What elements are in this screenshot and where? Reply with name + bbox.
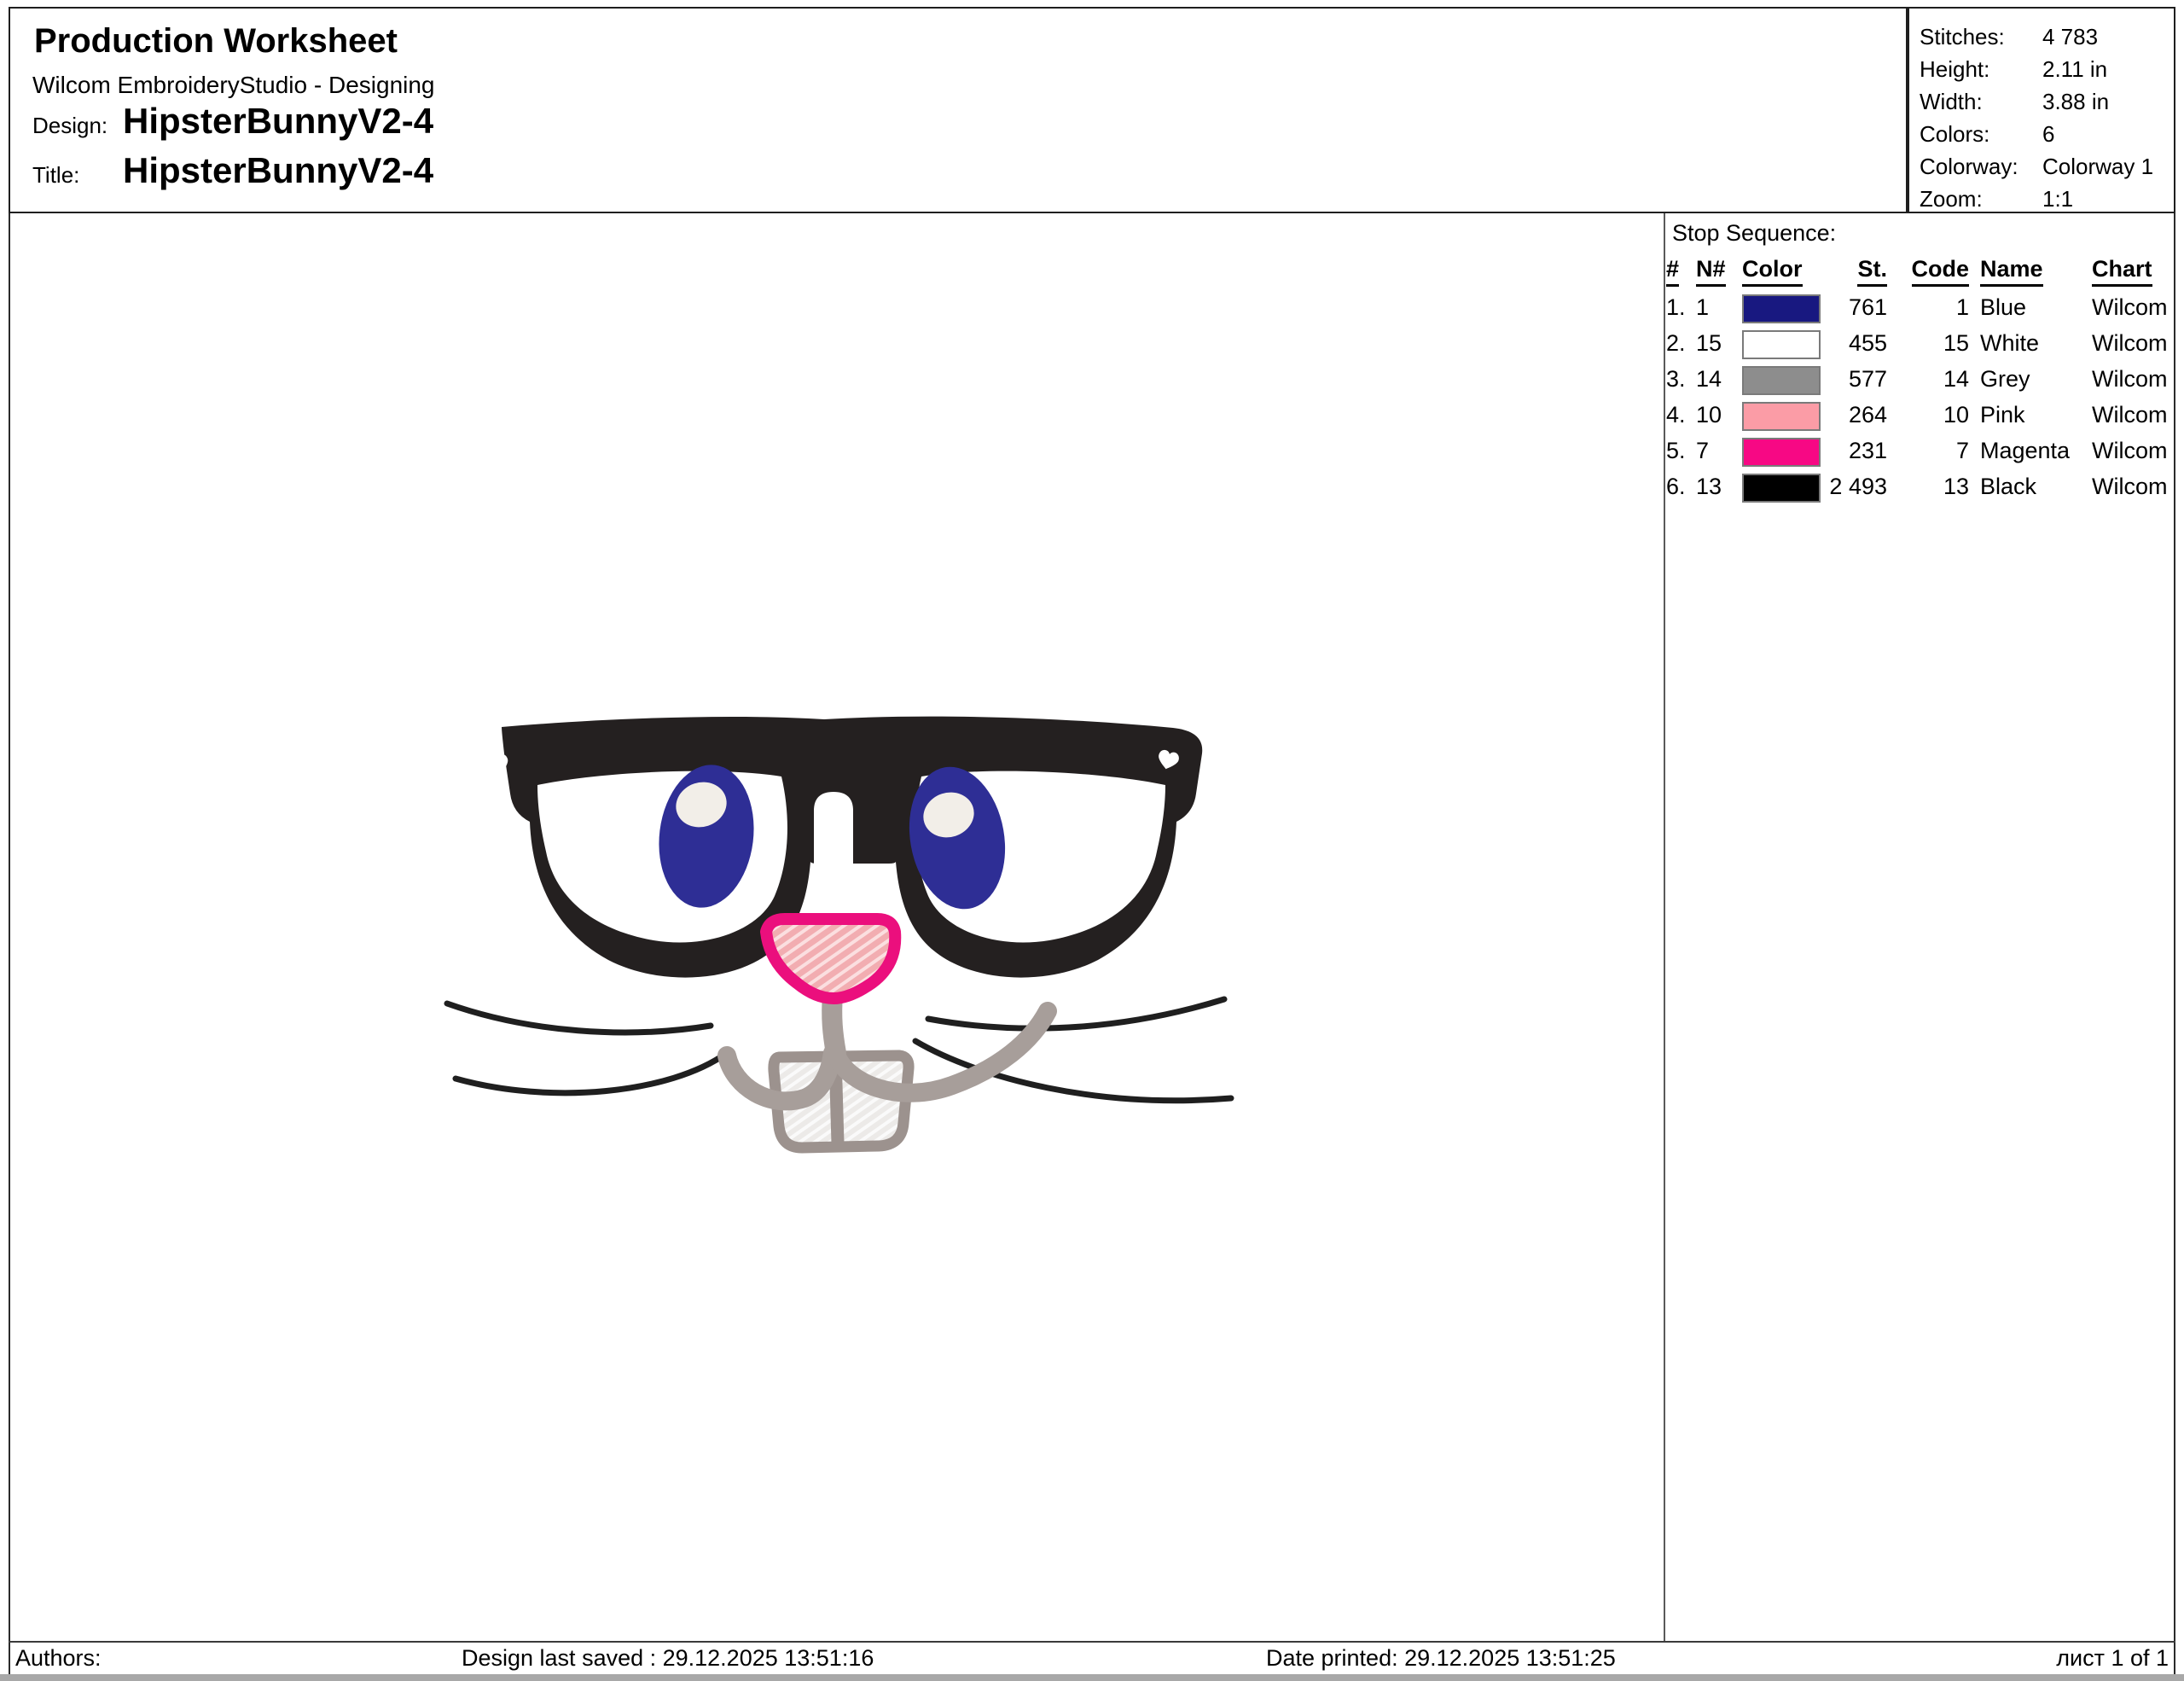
stat-height: Height:2.11 in bbox=[1920, 53, 2167, 85]
authors-label: Authors: bbox=[15, 1645, 102, 1671]
col-header-chart: Chart bbox=[2092, 256, 2174, 287]
col-header-num: # bbox=[1666, 256, 1695, 287]
stop-sequence-title: Stop Sequence: bbox=[1672, 220, 1836, 247]
col-header-n: N# bbox=[1696, 256, 1739, 287]
nose bbox=[766, 919, 895, 998]
title-value: HipsterBunnyV2-4 bbox=[123, 150, 433, 191]
col-header-st: St. bbox=[1802, 256, 1887, 287]
page-title: Production Worksheet bbox=[34, 22, 398, 61]
page-bottom-edge bbox=[0, 1674, 2184, 1681]
stat-colors: Colors:6 bbox=[1920, 118, 2167, 150]
stats-box: Stitches:4 783 Height:2.11 in Width:3.88… bbox=[1908, 7, 2175, 213]
panel-divider bbox=[1664, 213, 1665, 1641]
whisker-top-right bbox=[928, 999, 1224, 1028]
header-box: Production Worksheet Wilcom EmbroiderySt… bbox=[9, 7, 1908, 213]
production-worksheet-page: Production Worksheet Wilcom EmbroiderySt… bbox=[0, 0, 2184, 1681]
design-value: HipsterBunnyV2-4 bbox=[123, 101, 433, 142]
page-number: лист 1 of 1 bbox=[1988, 1645, 2169, 1671]
col-header-code: Code bbox=[1901, 256, 1969, 287]
app-name: Wilcom EmbroideryStudio - Designing bbox=[32, 72, 435, 99]
stat-stitches: Stitches:4 783 bbox=[1920, 20, 2167, 53]
bunny-face-design bbox=[444, 708, 1254, 1186]
whisker-bottom-right bbox=[915, 1041, 1231, 1101]
stat-colorway: Colorway:Colorway 1 bbox=[1920, 150, 2167, 183]
stat-zoom: Zoom:1:1 bbox=[1920, 183, 2167, 215]
design-last-saved: Design last saved : 29.12.2025 13:51:16 bbox=[462, 1645, 874, 1671]
date-printed: Date printed: 29.12.2025 13:51:25 bbox=[1266, 1645, 1616, 1671]
title-label: Title: bbox=[32, 162, 79, 189]
design-label: Design: bbox=[32, 113, 107, 139]
col-header-name: Name bbox=[1980, 256, 2087, 287]
stat-width: Width:3.88 in bbox=[1920, 85, 2167, 118]
keyhole-bridge-notch bbox=[814, 792, 853, 865]
footer-divider bbox=[9, 1641, 2175, 1643]
whisker-top-left bbox=[447, 1003, 711, 1032]
whisker-bottom-left bbox=[456, 1053, 727, 1093]
mouth-and-teeth bbox=[727, 995, 1048, 1148]
